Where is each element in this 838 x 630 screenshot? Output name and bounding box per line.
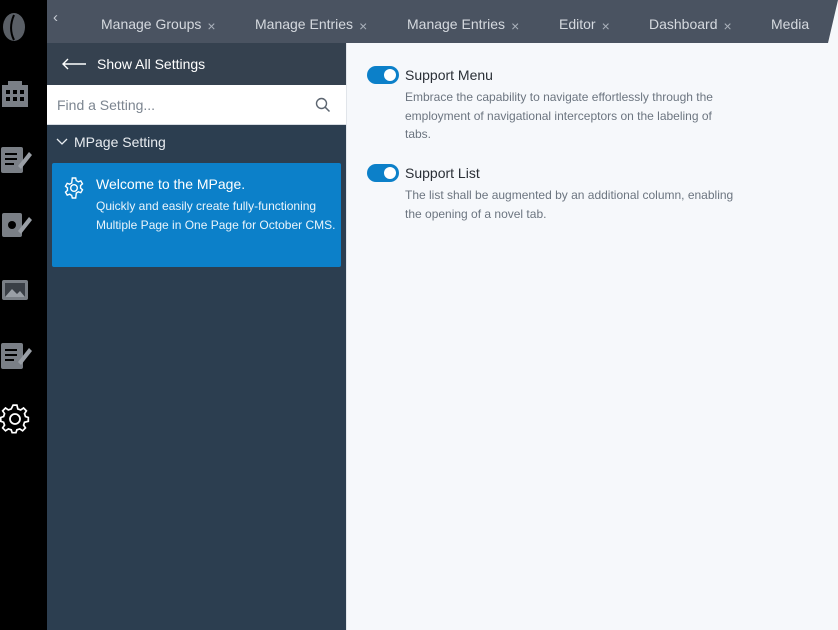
search-input[interactable] bbox=[47, 85, 307, 125]
tab-label: Editor bbox=[559, 16, 596, 32]
app-nav-rail bbox=[0, 0, 47, 630]
building-icon[interactable] bbox=[0, 77, 32, 111]
tab-dashboard[interactable]: Dashboard × bbox=[649, 14, 732, 34]
tab-label: Media bbox=[771, 16, 810, 32]
settings-sidebar: Show All Settings MPage Setting Welcome … bbox=[47, 43, 346, 630]
option-label: Support List bbox=[405, 165, 480, 181]
support-list-toggle[interactable] bbox=[367, 164, 399, 182]
option-label: Support Menu bbox=[405, 67, 493, 83]
tab-editor[interactable]: Editor × bbox=[559, 14, 610, 34]
tabs-scroll-left-button[interactable]: ‹ bbox=[53, 8, 67, 28]
media-image-icon[interactable] bbox=[0, 273, 32, 307]
settings-gear-icon[interactable] bbox=[0, 402, 32, 436]
tab-bar: ‹ Manage Groups × Manage Entries × Manage … bbox=[47, 0, 838, 43]
tab-label: Manage Entries bbox=[407, 16, 506, 32]
close-icon[interactable]: × bbox=[602, 18, 610, 34]
settings-group-toggle[interactable]: MPage Setting bbox=[56, 134, 166, 150]
edit-page-icon[interactable] bbox=[0, 142, 32, 176]
show-all-settings-link[interactable]: Show All Settings bbox=[61, 53, 205, 75]
settings-main: Support Menu Embrace the capability to n… bbox=[346, 43, 838, 630]
logo-icon[interactable] bbox=[0, 10, 32, 44]
option-description: The list shall be augmented by an additi… bbox=[405, 188, 734, 221]
toggle-knob bbox=[384, 69, 396, 81]
close-icon[interactable]: × bbox=[511, 18, 519, 34]
sidebar-header: Show All Settings bbox=[47, 43, 346, 85]
tab-label: Manage Groups bbox=[101, 16, 202, 32]
puzzle-edit-icon[interactable] bbox=[0, 207, 32, 241]
close-icon[interactable]: × bbox=[207, 18, 215, 34]
tab-manage-groups[interactable]: Manage Groups × bbox=[101, 14, 216, 34]
tab-label: Dashboard bbox=[649, 16, 718, 32]
toggle-knob bbox=[384, 167, 396, 179]
arrow-left-icon bbox=[62, 58, 86, 70]
search-icon[interactable] bbox=[315, 97, 331, 113]
tab-manage-entries[interactable]: Manage Entries × bbox=[255, 14, 367, 34]
tab-label: Manage Entries bbox=[255, 16, 354, 32]
chevron-down-icon bbox=[56, 138, 68, 145]
settings-item-description: Quickly and easily create fully-function… bbox=[96, 199, 336, 232]
close-icon[interactable]: × bbox=[359, 18, 367, 34]
active-tab-edge bbox=[828, 0, 838, 43]
settings-item-title: Welcome to the MPage. bbox=[96, 176, 246, 192]
tab-manage-entries-2[interactable]: Manage Entries × bbox=[407, 14, 519, 34]
gear-icon bbox=[64, 177, 84, 199]
back-link-label: Show All Settings bbox=[97, 56, 206, 72]
settings-item-mpage[interactable]: Welcome to the MPage. Quickly and easily… bbox=[52, 163, 341, 267]
settings-group-label: MPage Setting bbox=[74, 134, 166, 150]
option-description: Embrace the capability to navigate effor… bbox=[405, 90, 713, 141]
settings-search bbox=[47, 85, 346, 125]
close-icon[interactable]: × bbox=[724, 18, 732, 34]
tab-media[interactable]: Media bbox=[771, 14, 809, 34]
support-menu-toggle[interactable] bbox=[367, 66, 399, 84]
edit-page-icon[interactable] bbox=[0, 338, 32, 372]
